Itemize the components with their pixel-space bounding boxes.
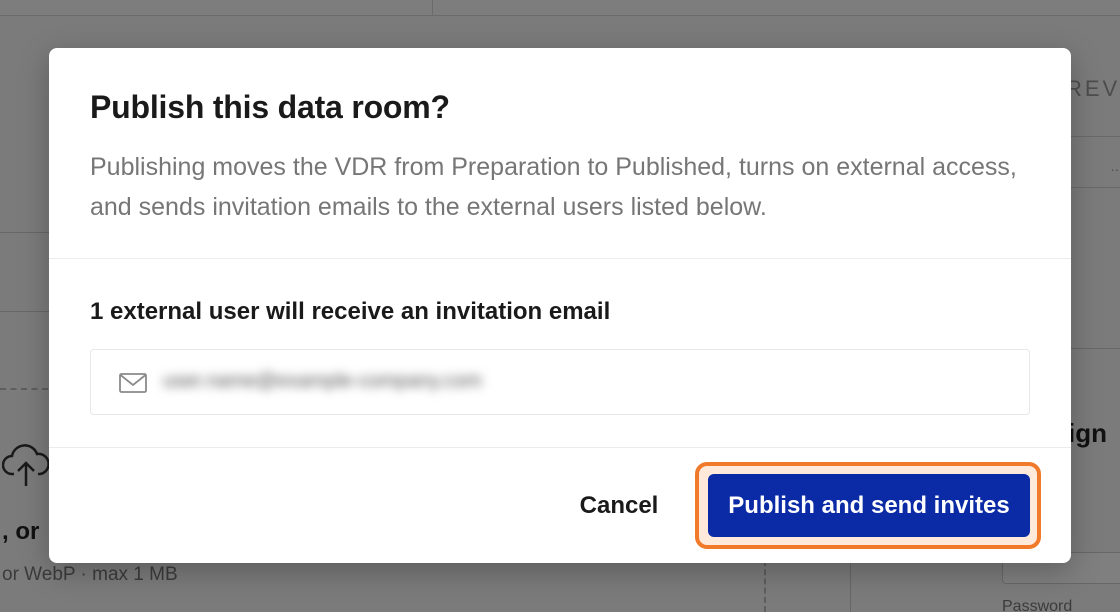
cancel-button[interactable]: Cancel [569,485,669,527]
dialog-title: Publish this data room? [90,89,450,125]
publish-and-send-invites-button[interactable]: Publish and send invites [708,474,1030,537]
dialog-footer: Cancel Publish and send invites [49,449,1071,563]
publish-dialog: Publish this data room? Publishing moves… [49,48,1071,563]
recipients-heading: 1 external user will receive an invitati… [90,298,611,325]
recipient-email: user.name@example-company.com [163,370,482,392]
mail-icon [119,373,147,393]
dialog-header: Publish this data room? Publishing moves… [49,48,1071,259]
dialog-body: 1 external user will receive an invitati… [49,260,1071,448]
dialog-description: Publishing moves the VDR from Preparatio… [90,153,1017,221]
recipient-list-item: user.name@example-company.com [90,349,1030,415]
